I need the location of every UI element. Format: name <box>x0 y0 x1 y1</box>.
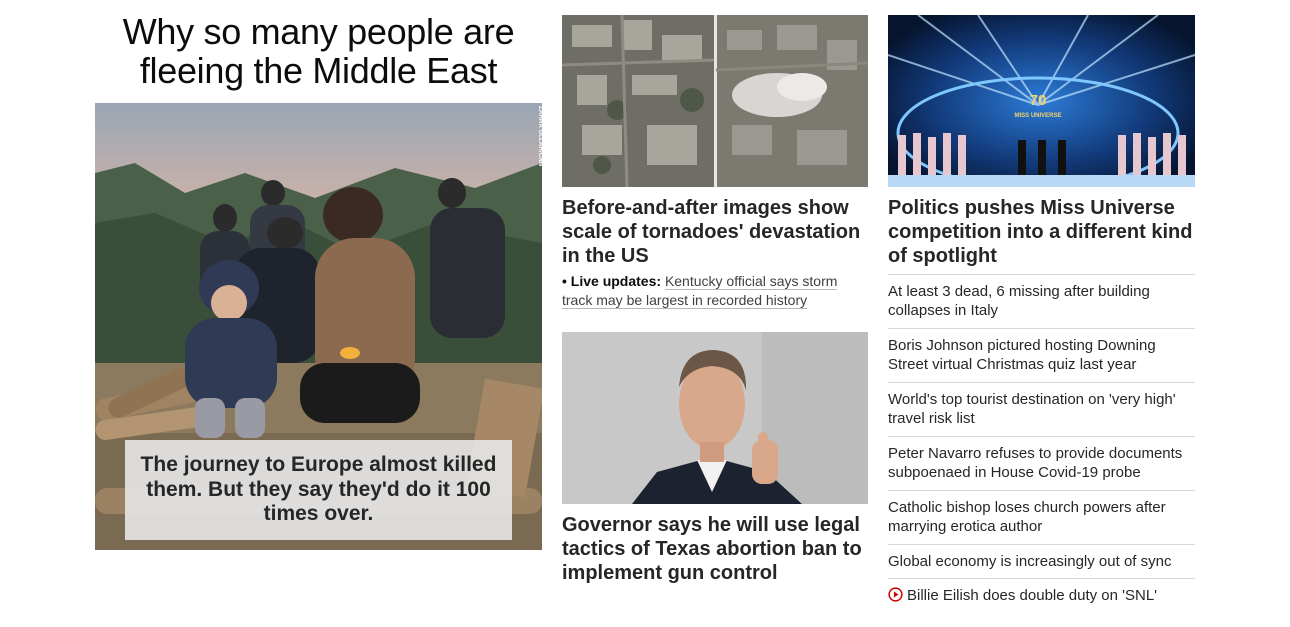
video-list-item[interactable]: Billie Eilish does double duty on 'SNL' <box>888 579 1195 612</box>
tornado-headline[interactable]: Before-and-after images show scale of to… <box>562 196 868 268</box>
governor-headline[interactable]: Governor says he will use legal tactics … <box>562 513 872 585</box>
lead-headline[interactable]: Why so many people are fleeing the Middl… <box>95 12 542 90</box>
list-item[interactable]: Catholic bishop loses church powers afte… <box>888 491 1195 545</box>
list-item[interactable]: Boris Johnson pictured hosting Downing S… <box>888 329 1195 383</box>
list-item[interactable]: World's top tourist destination on 'very… <box>888 383 1195 437</box>
list-item[interactable]: Peter Navarro refuses to provide documen… <box>888 437 1195 491</box>
miss-universe-headline[interactable]: Politics pushes Miss Universe competitio… <box>888 196 1195 268</box>
live-updates-label: • Live updates: <box>562 273 662 289</box>
list-item[interactable]: At least 3 dead, 6 missing after buildin… <box>888 275 1195 329</box>
svg-text:70: 70 <box>1030 92 1047 109</box>
miss-universe-image[interactable]: 70 MISS UNIVERSE <box>888 15 1195 187</box>
video-story-label: Billie Eilish does double duty on 'SNL' <box>907 587 1158 604</box>
more-stories-list: At least 3 dead, 6 missing after buildin… <box>888 274 1195 612</box>
play-circle-icon <box>888 587 903 602</box>
tornado-before-after-image[interactable] <box>562 15 868 187</box>
photo-credit: ZAHRA ULLAH/CNN <box>537 106 543 167</box>
live-updates-line: • Live updates: Kentucky official says s… <box>562 272 862 310</box>
list-item[interactable]: Global economy is increasingly out of sy… <box>888 545 1195 579</box>
lead-caption-box[interactable]: The journey to Europe almost killed them… <box>125 440 512 540</box>
lead-caption: The journey to Europe almost killed them… <box>140 453 497 526</box>
svg-text:MISS UNIVERSE: MISS UNIVERSE <box>1014 113 1061 119</box>
governor-image[interactable] <box>562 332 868 504</box>
